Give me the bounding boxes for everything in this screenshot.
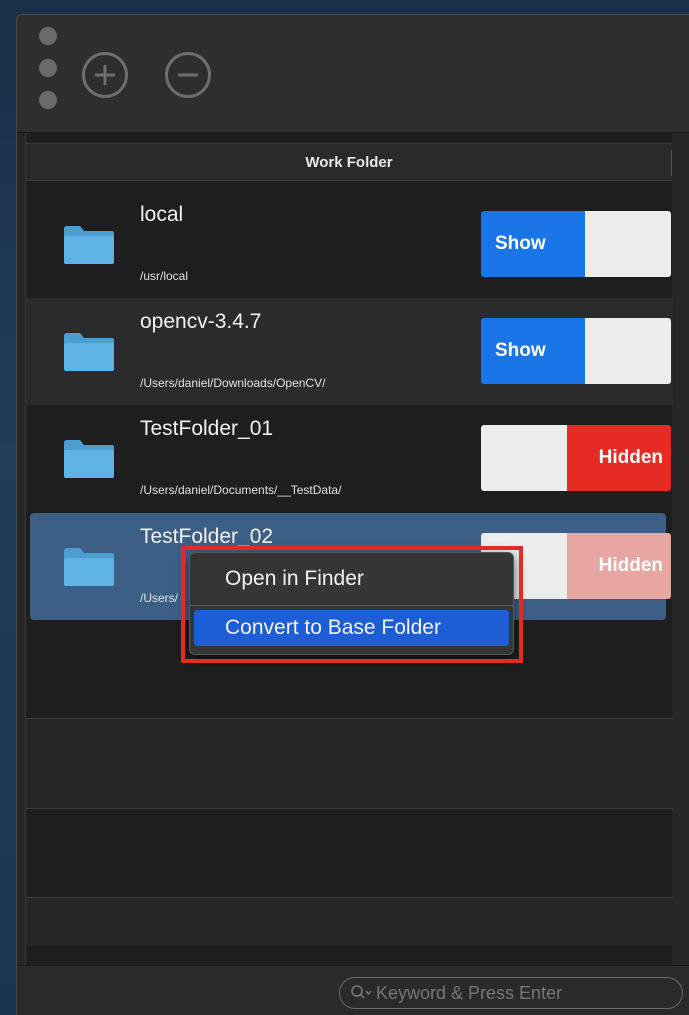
toggle-label: Hidden: [567, 425, 671, 491]
folder-icon: [64, 548, 114, 586]
folder-path: /Users/daniel/Documents/__TestData/: [140, 483, 342, 497]
column-header-work-folder[interactable]: Work Folder: [26, 143, 672, 181]
minus-icon: [178, 73, 198, 77]
folder-icon: [64, 226, 114, 264]
toolbar: [17, 15, 689, 133]
annotation-highlight-box: [181, 546, 523, 663]
row-divider: [26, 808, 673, 809]
toggle-label: Show: [481, 211, 585, 277]
table-row[interactable]: opencv-3.4.7 /Users/daniel/Downloads/Ope…: [26, 298, 673, 405]
plus-icon: [95, 65, 115, 85]
app-window: Work Folder local /usr/local Show opencv…: [16, 14, 689, 1015]
close-window-button[interactable]: [39, 27, 57, 45]
column-header-label: Work Folder: [305, 153, 393, 171]
search-field[interactable]: [339, 977, 683, 1009]
folder-name: opencv-3.4.7: [140, 310, 262, 333]
folder-icon: [64, 333, 114, 371]
minimize-window-button[interactable]: [39, 59, 57, 77]
folder-name: local: [140, 203, 184, 226]
toggle-knob: [481, 425, 567, 491]
toggle-label: Hidden: [567, 533, 671, 599]
folder-icon: [64, 440, 114, 478]
zoom-window-button[interactable]: [39, 91, 57, 109]
add-folder-button[interactable]: [82, 52, 128, 98]
search-input[interactable]: [376, 982, 666, 1004]
visibility-toggle[interactable]: Show: [481, 318, 671, 384]
bottom-bar: [17, 965, 689, 1015]
folder-path: /Users/: [140, 591, 179, 605]
empty-row: [26, 898, 673, 945]
toggle-knob: [585, 211, 671, 277]
window-controls: [39, 27, 57, 123]
empty-row: [26, 719, 673, 808]
visibility-toggle[interactable]: Hidden: [481, 425, 671, 491]
remove-folder-button[interactable]: [165, 52, 211, 98]
table-row[interactable]: TestFolder_01 /Users/daniel/Documents/__…: [26, 405, 673, 512]
toggle-knob: [585, 318, 671, 384]
folder-path: /Users/daniel/Downloads/OpenCV/: [140, 376, 326, 390]
column-separator: [671, 150, 672, 176]
toggle-label: Show: [481, 318, 585, 384]
search-icon: [351, 985, 372, 999]
visibility-toggle[interactable]: Show: [481, 211, 671, 277]
table-row[interactable]: local /usr/local Show: [26, 191, 673, 298]
folder-path: /usr/local: [140, 269, 189, 283]
folder-name: TestFolder_01: [140, 417, 274, 440]
